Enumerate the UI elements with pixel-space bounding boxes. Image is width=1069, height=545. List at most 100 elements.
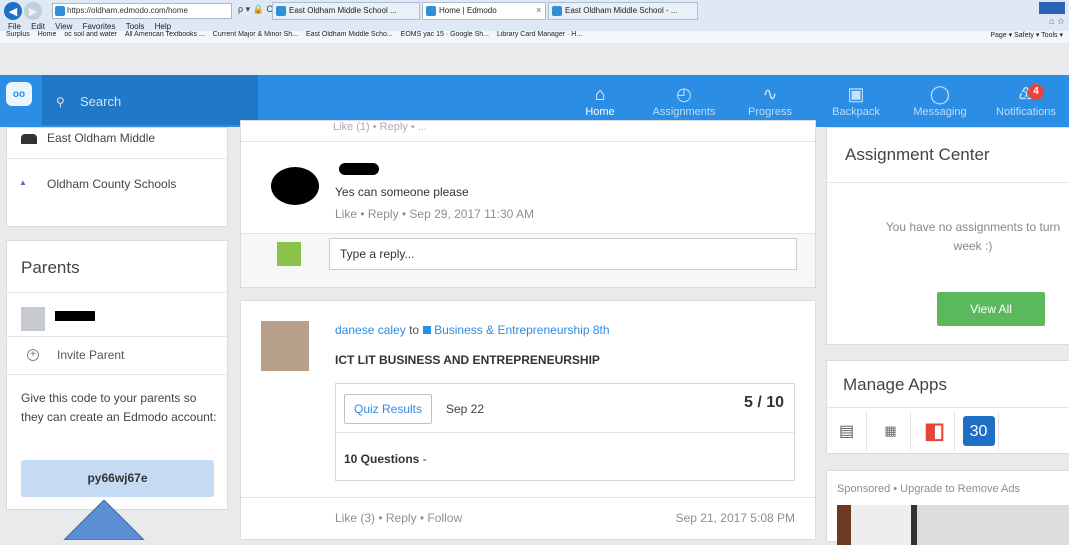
post-timestamp: Sep 21, 2017 5:08 PM [675, 511, 795, 525]
group-link[interactable]: Business & Entrepreneurship 8th [434, 323, 609, 337]
quiz-score: 5 / 10 [743, 394, 784, 411]
nav-label: Home [585, 106, 615, 118]
reply-area: Type a reply... [241, 233, 815, 287]
edmodo-logo-icon[interactable]: oo [6, 82, 32, 106]
avatar [271, 167, 319, 205]
nav-assignments[interactable]: ◴ Assignments [648, 82, 720, 118]
empty-line: week :) [953, 239, 993, 253]
menu-tools[interactable]: Tools [126, 22, 145, 31]
favorite-item[interactable]: EOMS yac 15 · Google Sh... [401, 31, 489, 38]
question-count-label: 10 Questions [344, 452, 420, 466]
bell-icon: ♳ [1017, 84, 1035, 104]
divider [7, 292, 227, 293]
address-bar[interactable]: https://oldham.edmodo.com/home [52, 3, 232, 19]
store-icon[interactable]: ▤ [827, 411, 867, 451]
question-count-dash: - [419, 452, 427, 466]
quiz-attachment: Quiz Results Sep 22 5 / 10 10 Questions … [335, 383, 795, 481]
school-link[interactable]: Oldham County Schools [47, 175, 187, 193]
assignments-icon: ◴ [676, 84, 692, 104]
redacted-parent-name [55, 311, 95, 321]
nav-home[interactable]: ⌂ Home [564, 82, 636, 118]
favorite-item[interactable]: Library Card Manager · H... [497, 31, 582, 38]
sponsored-card: Sponsored • Upgrade to Remove Ads [826, 470, 1069, 545]
favorite-item[interactable]: Current Major & Minor Sh... [213, 31, 298, 38]
progress-icon: ∿ [762, 84, 778, 104]
messaging-icon: ◯ [929, 84, 951, 104]
code-help-text: Give this code to your parents so they c… [21, 391, 217, 424]
browser-tab-1[interactable]: East Oldham Middle School ... [272, 2, 420, 20]
to-text: to [409, 323, 420, 337]
search-placeholder: Search [80, 94, 122, 109]
favicon-icon [552, 6, 562, 16]
divider [7, 374, 227, 375]
sponsored-label[interactable]: Sponsored • Upgrade to Remove Ads [837, 483, 1020, 495]
divider [336, 432, 794, 433]
divider [827, 407, 1069, 408]
school-logo-icon [21, 134, 37, 144]
post-actions[interactable]: Like (3) • Reply • Follow [335, 511, 462, 525]
notification-badge: 4 [1028, 84, 1044, 100]
calendar-day: 30 [962, 416, 995, 446]
avatar [277, 242, 301, 266]
menu-favorites[interactable]: Favorites [83, 22, 116, 31]
backpack-icon: ▣ [847, 84, 865, 104]
nav-messaging[interactable]: ◯ Messaging [904, 82, 976, 118]
nav-label: Assignments [652, 106, 716, 118]
reply-input[interactable]: Type a reply... [329, 238, 797, 270]
favorite-item[interactable]: Surplus [6, 31, 30, 38]
address-tools[interactable]: ρ ▾ 🔒 C [238, 4, 273, 15]
parents-card: Parents + Invite Parent Give this code t… [6, 240, 228, 510]
ad-image[interactable] [837, 505, 1069, 545]
favorite-item[interactable]: Home [38, 31, 57, 38]
tab-label: East Oldham Middle School - ... [565, 6, 678, 15]
invite-parent-button[interactable]: Invite Parent [57, 348, 124, 362]
empty-assignments-text: You have no assignments to turn week :) [843, 218, 1069, 256]
menu-help[interactable]: Help [155, 22, 171, 31]
reply-meta[interactable]: Like • Reply • Sep 29, 2017 11:30 AM [335, 207, 534, 221]
question-count: 10 Questions - [344, 452, 427, 466]
divider [241, 497, 815, 498]
parents-title: Parents [21, 258, 80, 277]
back-arrow-icon[interactable]: ◀ [4, 2, 22, 20]
plus-circle-icon[interactable]: + [27, 349, 39, 361]
favorites-bar: Surplus Home oc soil and water All Ameri… [0, 31, 1069, 43]
divider [241, 141, 815, 142]
nav-notifications[interactable]: ♳ Notifications [990, 82, 1062, 118]
post-meta: Like (1) • Reply • ... [333, 121, 427, 133]
tab-close-icon[interactable]: × [536, 5, 541, 15]
avatar [261, 321, 309, 371]
forward-arrow-icon[interactable]: ▶ [24, 2, 42, 20]
apps-grid-icon[interactable]: ▦ [871, 411, 911, 451]
favicon-icon [276, 6, 286, 16]
command-bar[interactable]: Page ▾ Safety ▾ Tools ▾ [984, 31, 1063, 39]
menu-file[interactable]: File [8, 22, 21, 31]
menu-edit[interactable]: Edit [31, 22, 45, 31]
nav-progress[interactable]: ∿ Progress [734, 82, 806, 118]
reply-text: Yes can someone please [335, 185, 469, 199]
quiz-results-button[interactable]: Quiz Results [344, 394, 432, 424]
search-input[interactable] [42, 75, 258, 125]
favorite-item[interactable]: East Oldham Middle Scho... [306, 31, 393, 38]
empty-line: You have no assignments to turn [885, 220, 1061, 234]
divider [827, 182, 1069, 183]
nav-label: Notifications [996, 106, 1056, 118]
calendar-icon[interactable]: 30 [959, 411, 999, 451]
office-icon[interactable]: ◧ [915, 411, 955, 451]
district-logo-icon: ▲ [19, 178, 27, 187]
view-all-button[interactable]: View All [937, 292, 1045, 326]
group-color-icon [423, 326, 432, 334]
favorite-item[interactable]: oc soil and water [64, 31, 117, 38]
schools-card: East Oldham Middle ▲ Oldham County Schoo… [6, 127, 228, 227]
nav-backpack[interactable]: ▣ Backpack [820, 82, 892, 118]
nav-label: Backpack [832, 106, 880, 118]
author-link[interactable]: danese caley [335, 323, 406, 337]
browser-tab-2[interactable]: Home | Edmodo [422, 2, 546, 20]
school-link[interactable]: East Oldham Middle [47, 131, 155, 145]
browser-tab-3[interactable]: East Oldham Middle School - ... [548, 2, 698, 20]
favorite-item[interactable]: All American Textbooks ... [125, 31, 205, 38]
window-controls[interactable] [1039, 2, 1065, 14]
nav-label: Messaging [913, 106, 967, 118]
manage-apps-card: Manage Apps ▤ ▦ ◧ 30 [826, 360, 1069, 454]
quiz-date: Sep 22 [446, 402, 485, 416]
menu-view[interactable]: View [55, 22, 72, 31]
